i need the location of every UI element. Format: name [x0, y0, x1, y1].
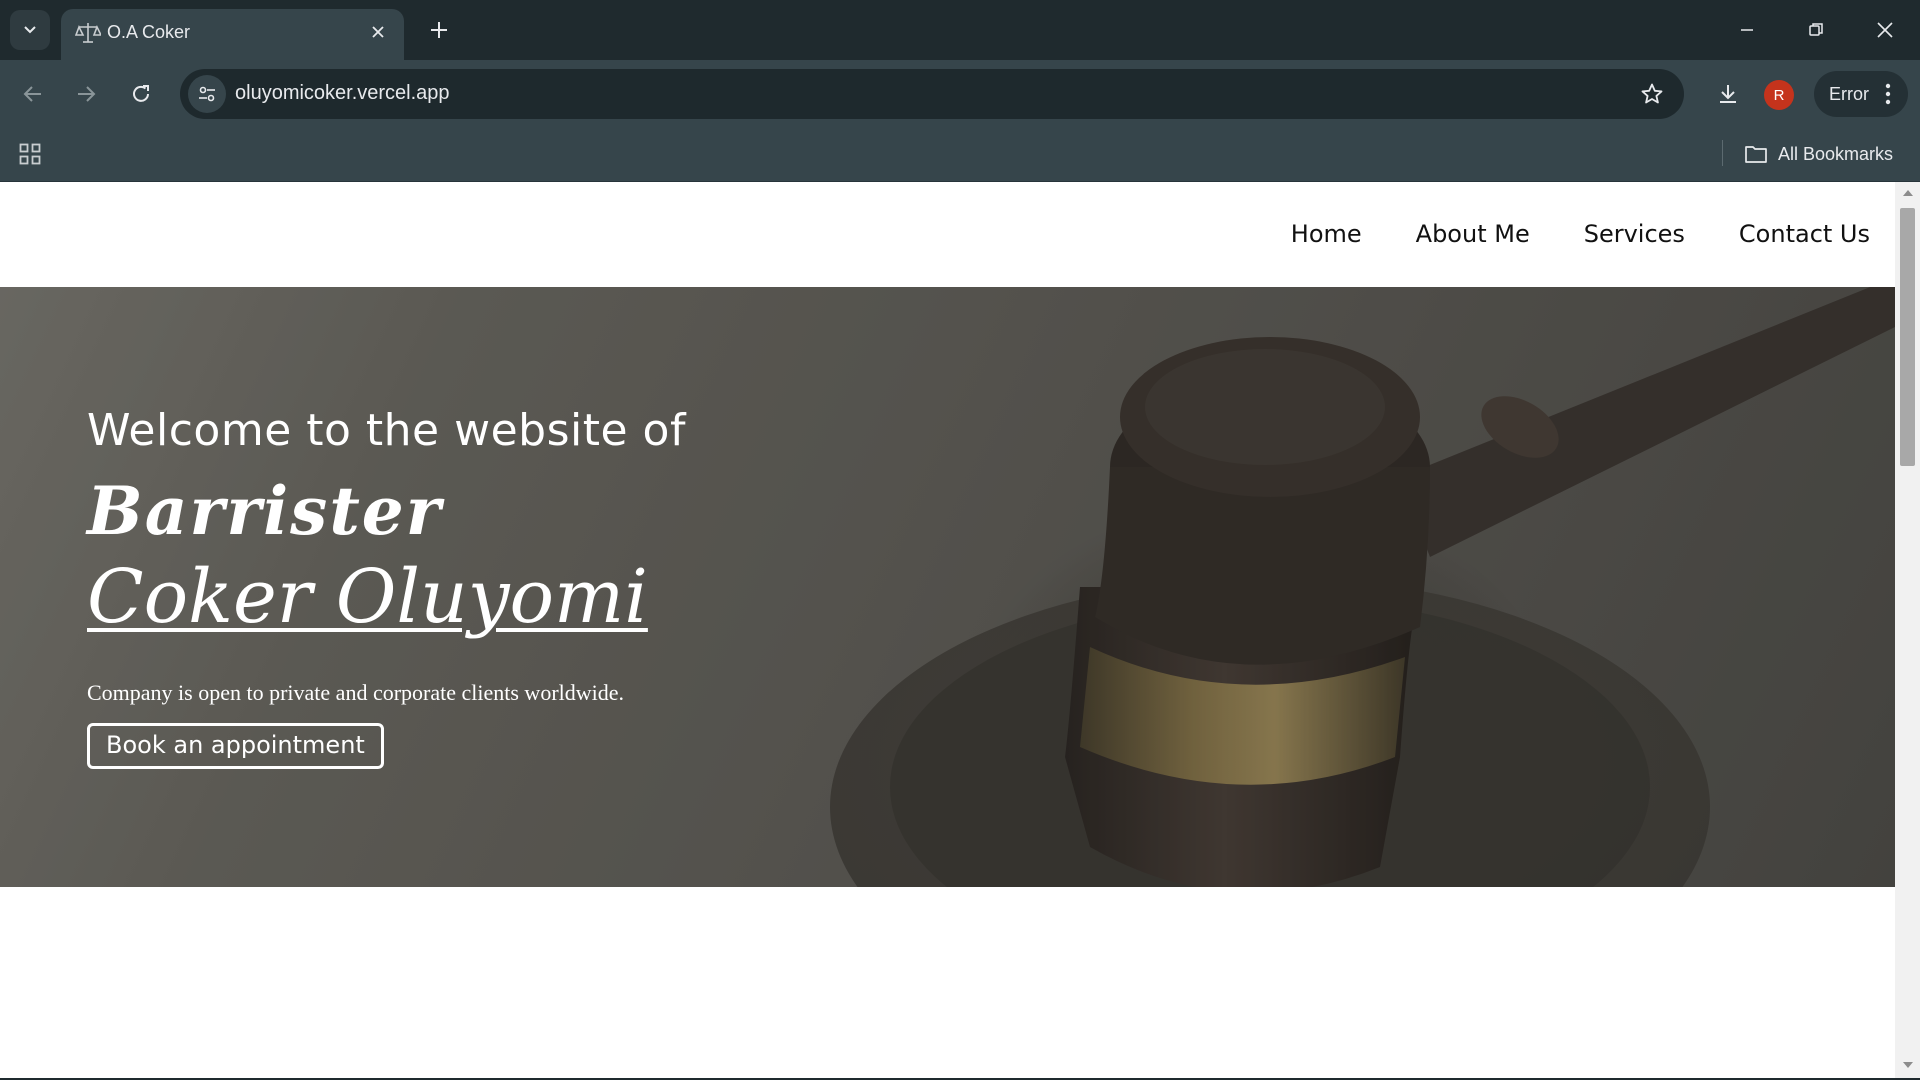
restore-icon	[1809, 23, 1823, 36]
more-menu-icon[interactable]	[1878, 82, 1898, 106]
hero-tagline: Company is open to private and corporate…	[87, 680, 625, 705]
page-viewport: Home About Me Services Contact Us Welcom…	[0, 182, 1895, 1080]
browser-tab[interactable]: O.A Coker	[61, 9, 404, 60]
close-tab-icon[interactable]	[366, 20, 390, 44]
book-appointment-button[interactable]: Book an appointment	[87, 723, 384, 769]
minimize-button[interactable]	[1724, 10, 1770, 50]
tab-search-button[interactable]	[10, 10, 50, 50]
scales-of-justice-icon	[74, 20, 103, 46]
minimize-icon	[1741, 29, 1753, 31]
site-navbar: Home About Me Services Contact Us	[0, 182, 1895, 287]
status-chip[interactable]: Error	[1814, 71, 1908, 117]
tune-icon	[199, 86, 215, 102]
nav-contact-us[interactable]: Contact Us	[1739, 220, 1870, 248]
bookmarks-bar: All Bookmarks	[0, 128, 1920, 182]
downloads-button[interactable]	[1708, 74, 1748, 114]
page-scrollbar[interactable]	[1895, 182, 1920, 1080]
bookmark-star-button[interactable]	[1638, 80, 1666, 108]
download-icon	[1720, 85, 1736, 103]
bookmarks-separator	[1722, 140, 1723, 166]
forward-button[interactable]	[66, 74, 106, 114]
close-icon	[1877, 22, 1893, 38]
arrow-right-icon	[78, 86, 96, 102]
hero-title-name: Coker Oluyomi	[87, 554, 648, 640]
browser-toolbar: oluyomicoker.vercel.app R Error	[0, 60, 1920, 128]
status-chip-label: Error	[1829, 84, 1869, 104]
nav-home[interactable]: Home	[1291, 220, 1362, 248]
reload-icon	[133, 85, 149, 102]
chevron-down-icon	[24, 26, 36, 34]
profile-avatar[interactable]: R	[1764, 80, 1794, 110]
all-bookmarks-button[interactable]: All Bookmarks	[1744, 138, 1893, 170]
folder-icon	[1745, 146, 1767, 163]
arrow-left-icon	[23, 86, 41, 102]
scroll-up-arrow-icon[interactable]	[1902, 188, 1913, 198]
hero-title-barrister: Barrister	[87, 472, 443, 550]
browser-tabstrip: O.A Coker	[0, 0, 1920, 60]
star-icon	[1641, 83, 1663, 104]
new-tab-button[interactable]	[423, 14, 455, 46]
restore-button[interactable]	[1793, 10, 1839, 50]
reload-button[interactable]	[121, 74, 161, 114]
scrollbar-thumb[interactable]	[1900, 208, 1915, 466]
address-bar[interactable]: oluyomicoker.vercel.app	[180, 69, 1684, 119]
nav-links: Home About Me Services Contact Us	[1291, 220, 1870, 248]
hero-text-block: Welcome to the website of Barrister Coke…	[87, 405, 686, 769]
tab-title: O.A Coker	[107, 22, 191, 42]
all-bookmarks-label: All Bookmarks	[1778, 143, 1894, 164]
plus-icon	[431, 22, 447, 38]
site-info-button[interactable]	[188, 75, 226, 113]
nav-about-me[interactable]: About Me	[1416, 220, 1530, 248]
hero-welcome-text: Welcome to the website of	[87, 405, 686, 456]
nav-services[interactable]: Services	[1584, 220, 1685, 248]
close-window-button[interactable]	[1862, 10, 1908, 50]
back-button[interactable]	[13, 74, 53, 114]
url-text[interactable]: oluyomicoker.vercel.app	[235, 82, 450, 105]
hero-section: Welcome to the website of Barrister Coke…	[0, 287, 1895, 887]
scroll-down-arrow-icon[interactable]	[1902, 1060, 1913, 1070]
apps-grid-icon[interactable]	[16, 140, 44, 168]
